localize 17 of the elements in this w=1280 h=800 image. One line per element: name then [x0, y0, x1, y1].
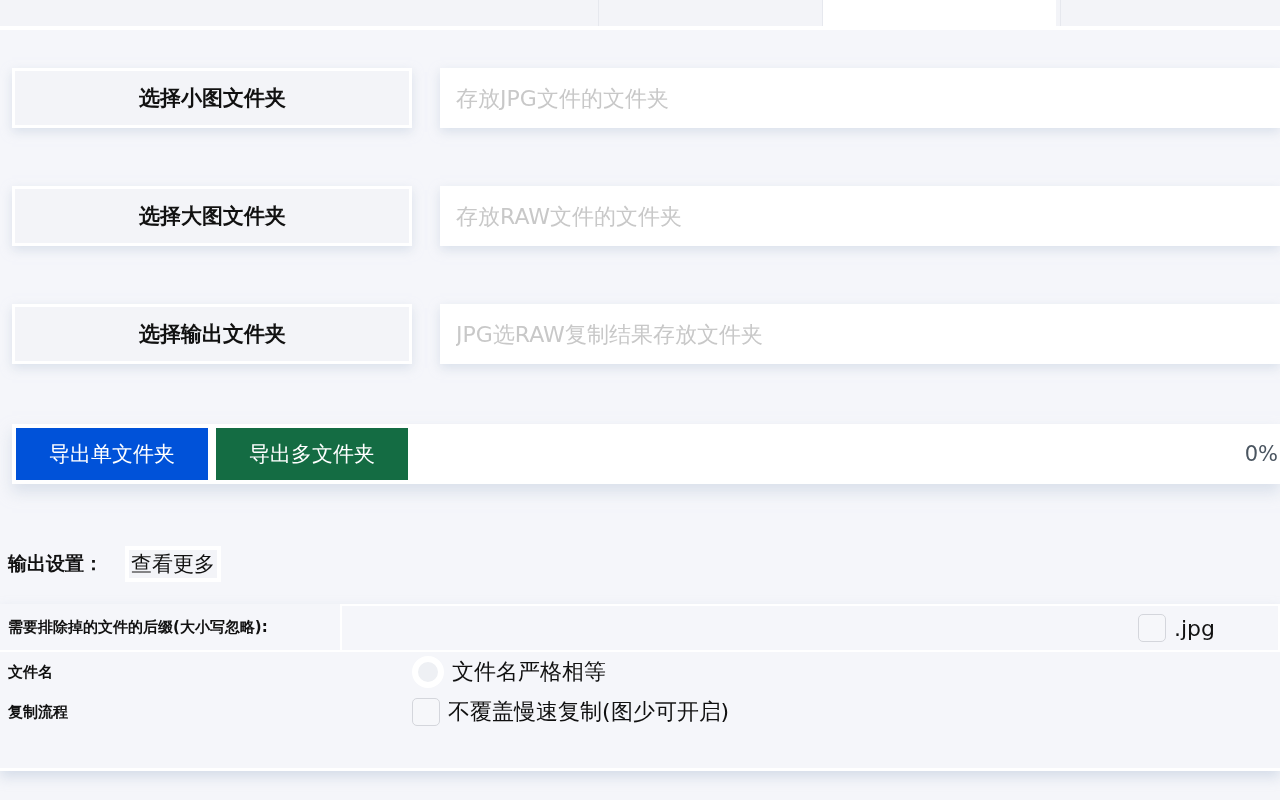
- checkbox-option[interactable]: .jpg: [1138, 614, 1216, 642]
- checkbox[interactable]: [1138, 614, 1166, 642]
- radio-option[interactable]: 文件名严格相等: [412, 656, 606, 688]
- setting-label: 文件名: [8, 662, 54, 682]
- select-folder-button[interactable]: 选择输出文件夹: [12, 304, 412, 364]
- checkbox[interactable]: [412, 698, 440, 726]
- progress-percent: 0%: [1244, 442, 1279, 466]
- export-button[interactable]: 导出多文件夹: [216, 428, 408, 480]
- view-more-button[interactable]: 查看更多: [125, 546, 221, 582]
- select-folder-button[interactable]: 选择大图文件夹: [12, 186, 412, 246]
- setting-label: 需要排除掉的文件的后缀(大小写忽略):: [8, 617, 269, 637]
- select-folder-button[interactable]: 选择小图文件夹: [12, 68, 412, 128]
- checkbox-option[interactable]: 不覆盖慢速复制(图少可开启): [412, 697, 730, 727]
- tab[interactable]: [822, 0, 1056, 26]
- export-button[interactable]: 导出单文件夹: [16, 428, 208, 480]
- output-settings-title: 输出设置：: [8, 551, 103, 576]
- setting-label: 复制流程: [8, 702, 69, 722]
